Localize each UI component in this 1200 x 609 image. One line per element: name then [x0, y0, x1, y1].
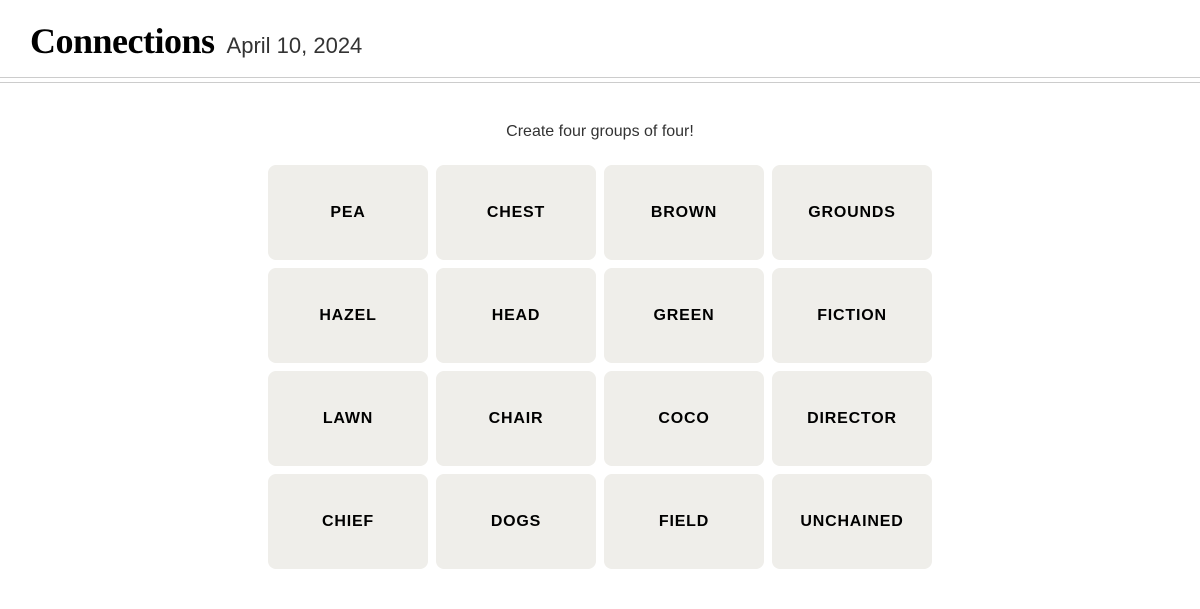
page-title: Connections — [30, 20, 215, 62]
tile-field[interactable]: FIELD — [604, 474, 764, 569]
tile-label-dogs: DOGS — [491, 513, 541, 531]
word-grid: PEA CHEST BROWN GROUNDS HAZEL HEAD GREEN FICTIO… — [268, 165, 932, 569]
tile-green[interactable]: GREEN — [604, 268, 764, 363]
subtitle: Create four groups of four! — [506, 123, 694, 141]
page-date: April 10, 2024 — [227, 33, 363, 59]
page-header: Connections April 10, 2024 — [0, 0, 1200, 77]
tile-chest[interactable]: CHEST — [436, 165, 596, 260]
tile-label-fiction: FICTION — [817, 307, 887, 325]
tile-director[interactable]: DIRECTOR — [772, 371, 932, 466]
tile-label-chair: CHAIR — [489, 410, 544, 428]
tile-label-field: FIELD — [659, 513, 709, 531]
tile-chair[interactable]: CHAIR — [436, 371, 596, 466]
tile-fiction[interactable]: FICTION — [772, 268, 932, 363]
tile-unchained[interactable]: UNCHAINED — [772, 474, 932, 569]
tile-label-chest: CHEST — [487, 204, 545, 222]
tile-label-director: DIRECTOR — [807, 410, 897, 428]
tile-hazel[interactable]: HAZEL — [268, 268, 428, 363]
tile-coco[interactable]: COCO — [604, 371, 764, 466]
tile-lawn[interactable]: LAWN — [268, 371, 428, 466]
tile-label-pea: PEA — [330, 204, 365, 222]
tile-label-head: HEAD — [492, 307, 541, 325]
divider-top — [0, 77, 1200, 78]
tile-chief[interactable]: CHIEF — [268, 474, 428, 569]
tile-dogs[interactable]: DOGS — [436, 474, 596, 569]
tile-head[interactable]: HEAD — [436, 268, 596, 363]
tile-label-green: GREEN — [654, 307, 715, 325]
tile-label-unchained: UNCHAINED — [800, 513, 903, 531]
tile-label-chief: CHIEF — [322, 513, 374, 531]
tile-brown[interactable]: BROWN — [604, 165, 764, 260]
tile-label-hazel: HAZEL — [319, 307, 376, 325]
tile-pea[interactable]: PEA — [268, 165, 428, 260]
tile-grounds[interactable]: GROUNDS — [772, 165, 932, 260]
tile-label-grounds: GROUNDS — [808, 204, 895, 222]
tile-label-lawn: LAWN — [323, 410, 373, 428]
tile-label-coco: COCO — [658, 410, 709, 428]
main-content: Create four groups of four! PEA CHEST BROW… — [0, 83, 1200, 609]
tile-label-brown: BROWN — [651, 204, 717, 222]
